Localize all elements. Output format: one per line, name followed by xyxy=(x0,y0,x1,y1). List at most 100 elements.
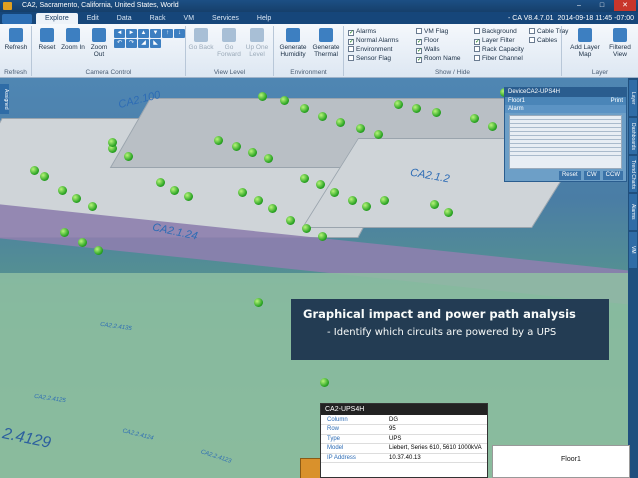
zoom-in-button[interactable]: Zoom In xyxy=(60,28,86,51)
print-button[interactable]: Print xyxy=(611,97,626,105)
rack-marker[interactable] xyxy=(330,188,339,197)
rack-marker[interactable] xyxy=(280,96,289,105)
rack-marker[interactable] xyxy=(94,246,103,255)
rack-marker[interactable] xyxy=(170,186,179,195)
rack-marker[interactable] xyxy=(380,196,389,205)
rotate-cw-button[interactable]: CW xyxy=(583,171,600,180)
rack-marker[interactable] xyxy=(40,172,49,181)
rack-marker[interactable] xyxy=(78,238,87,247)
tab-data[interactable]: Data xyxy=(108,13,141,24)
rack-marker[interactable] xyxy=(348,196,357,205)
rack-marker[interactable] xyxy=(232,142,241,151)
tab-edit[interactable]: Edit xyxy=(78,13,108,24)
generate-humidity-button[interactable]: Generate Humidity xyxy=(277,28,309,58)
tilt-icon[interactable]: ◣ xyxy=(150,39,161,48)
rack-marker[interactable] xyxy=(362,202,371,211)
zoom-out-button[interactable]: Zoom Out xyxy=(86,28,112,58)
checkbox-layer-filter[interactable]: ✓ Layer Filter xyxy=(474,37,515,45)
tab-help[interactable]: Help xyxy=(248,13,280,24)
tab-dashboards[interactable]: Dashboards xyxy=(629,118,637,154)
app-menu-button[interactable] xyxy=(2,14,32,24)
filtered-view-button[interactable]: Filtered View xyxy=(604,28,636,58)
checkbox-fiber-channel[interactable]: Fiber Channel xyxy=(474,55,523,63)
rack-marker[interactable] xyxy=(488,122,497,131)
rack-marker[interactable] xyxy=(320,378,329,387)
rack-marker[interactable] xyxy=(444,208,453,217)
arrow-down-icon[interactable]: ↓ xyxy=(174,29,185,38)
checkbox-floor[interactable]: ✓ Floor xyxy=(416,37,439,45)
checkbox-alarms[interactable]: ✓ Alarms xyxy=(348,28,376,36)
arrow-right-icon[interactable]: ► xyxy=(126,29,137,38)
reset-button[interactable]: Reset xyxy=(34,28,60,51)
up-one-level-button[interactable]: Up One Level xyxy=(244,28,270,58)
rack-marker[interactable] xyxy=(108,138,117,147)
rack-marker[interactable] xyxy=(124,152,133,161)
rack-marker[interactable] xyxy=(88,202,97,211)
checkbox-walls[interactable]: ✓ Walls xyxy=(416,46,440,54)
arrow-down-icon[interactable]: ▼ xyxy=(150,29,161,38)
tab-vm[interactable]: VM xyxy=(629,232,637,268)
rack-marker[interactable] xyxy=(268,204,277,213)
rack-marker[interactable] xyxy=(58,186,67,195)
rack-marker[interactable] xyxy=(300,174,309,183)
rack-marker[interactable] xyxy=(60,228,69,237)
rack-marker[interactable] xyxy=(254,298,263,307)
rack-marker[interactable] xyxy=(302,224,311,233)
generate-thermal-button[interactable]: Generate Thermal xyxy=(310,28,342,58)
refresh-button[interactable]: Refresh xyxy=(3,28,29,51)
rack-marker[interactable] xyxy=(430,200,439,209)
device-window[interactable]: DeviceCA2-UPS4H Floor1 Print Alarm Reset … xyxy=(504,87,627,182)
tab-services[interactable]: Services xyxy=(203,13,248,24)
tab-explore[interactable]: Explore xyxy=(36,13,78,24)
tab-trend-charts[interactable]: Trend Charts xyxy=(629,156,637,192)
rack-marker[interactable] xyxy=(258,92,267,101)
checkbox-sensor-flag[interactable]: Sensor Flag xyxy=(348,55,391,63)
rack-marker[interactable] xyxy=(470,114,479,123)
maximize-button[interactable]: □ xyxy=(591,0,613,11)
rotate-ccw-button[interactable]: CCW xyxy=(602,171,623,180)
checkbox-normal-alarms[interactable]: ✓ Normal Alarms xyxy=(348,37,399,45)
checkbox-room-name[interactable]: ✓ Room Name xyxy=(416,55,460,63)
reset-view-button[interactable]: Reset xyxy=(558,171,581,180)
rack-marker[interactable] xyxy=(30,166,39,175)
go-forward-button[interactable]: Go Forward xyxy=(216,28,242,58)
arrow-up-icon[interactable]: ▲ xyxy=(138,29,149,38)
go-back-button[interactable]: Go Back xyxy=(188,28,214,51)
add-layer-map-button[interactable]: Add Layer Map xyxy=(568,28,602,58)
rack-marker[interactable] xyxy=(286,216,295,225)
rack-marker[interactable] xyxy=(254,196,263,205)
rack-marker[interactable] xyxy=(156,178,165,187)
minimize-button[interactable]: – xyxy=(568,0,590,11)
tilt-icon[interactable]: ◢ xyxy=(138,39,149,48)
rack-marker[interactable] xyxy=(432,108,441,117)
checkbox-vm-flag[interactable]: VM Flag xyxy=(416,28,448,36)
tab-layer[interactable]: Layer xyxy=(629,80,637,116)
rack-marker[interactable] xyxy=(316,180,325,189)
checkbox-rack-capacity[interactable]: Rack Capacity xyxy=(474,46,524,54)
rack-marker[interactable] xyxy=(184,192,193,201)
rotate-left-icon[interactable]: ↶ xyxy=(114,39,125,48)
checkbox-environment[interactable]: Environment xyxy=(348,46,393,54)
floor-minimap[interactable] xyxy=(509,115,622,169)
rack-marker[interactable] xyxy=(300,104,309,113)
arrow-left-icon[interactable]: ◄ xyxy=(114,29,125,38)
rack-marker[interactable] xyxy=(412,104,421,113)
rotate-right-icon[interactable]: ↷ xyxy=(126,39,137,48)
rack-marker[interactable] xyxy=(318,232,327,241)
rack-marker[interactable] xyxy=(72,194,81,203)
rack-marker[interactable] xyxy=(214,136,223,145)
tab-alarms[interactable]: Alarms xyxy=(629,194,637,230)
rack-marker[interactable] xyxy=(248,148,257,157)
rack-marker[interactable] xyxy=(394,100,403,109)
tab-assigned[interactable]: Assigned xyxy=(0,84,9,114)
close-button[interactable]: ✕ xyxy=(614,0,636,11)
tab-rack[interactable]: Rack xyxy=(141,13,175,24)
rack-marker[interactable] xyxy=(356,124,365,133)
rack-marker[interactable] xyxy=(238,188,247,197)
rack-marker[interactable] xyxy=(318,112,327,121)
rack-marker[interactable] xyxy=(264,154,273,163)
rack-marker[interactable] xyxy=(374,130,383,139)
checkbox-background[interactable]: Background xyxy=(474,28,517,36)
checkbox-cables[interactable]: Cables xyxy=(529,37,557,45)
tab-vm[interactable]: VM xyxy=(175,13,204,24)
